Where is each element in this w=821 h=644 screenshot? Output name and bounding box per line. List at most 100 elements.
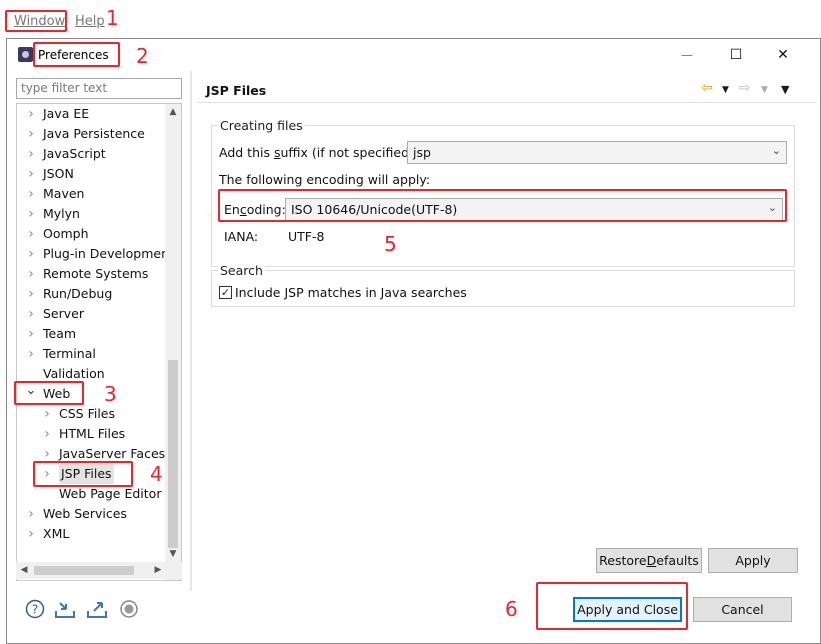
annotation-number: 3 xyxy=(104,382,117,406)
tree-item[interactable]: › Java EE xyxy=(17,104,167,124)
tree-item-label: JavaScript xyxy=(43,146,106,161)
chevron-right-icon[interactable]: › xyxy=(25,204,37,224)
tree-item[interactable]: › Maven xyxy=(17,184,167,204)
tree-item[interactable]: › CSS Files xyxy=(17,404,167,424)
chevron-right-icon[interactable]: › xyxy=(25,244,37,264)
chevron-right-icon[interactable]: › xyxy=(25,144,37,164)
scroll-down-icon[interactable]: ▼ xyxy=(165,546,181,562)
restore-defaults-button[interactable]: Restore Defaults xyxy=(596,548,702,573)
apply-and-close-button[interactable]: Apply and Close xyxy=(573,597,682,622)
tree-item[interactable]: › Oomph xyxy=(17,224,167,244)
tree-item-label: Validation xyxy=(43,366,105,381)
tree-item-label: Mylyn xyxy=(43,206,80,221)
record-icon[interactable] xyxy=(118,599,140,621)
import-icon[interactable] xyxy=(54,599,76,621)
tree-item[interactable]: › HTML Files xyxy=(17,424,167,444)
tree-item-label: Run/Debug xyxy=(43,286,113,301)
export-icon[interactable] xyxy=(86,599,108,621)
page-title: JSP Files xyxy=(206,83,267,98)
tree-item[interactable]: › Team xyxy=(17,324,167,344)
title-bar: Preferences — ☐ ✕ xyxy=(7,39,820,71)
search-label: Search xyxy=(218,263,265,278)
tree-item[interactable]: Web Page Editor xyxy=(17,484,167,504)
view-menu-icon[interactable]: ▼ xyxy=(781,83,789,96)
help-icon[interactable]: ? xyxy=(24,599,46,621)
include-jsp-checkbox[interactable]: ✓ xyxy=(219,286,232,299)
chevron-right-icon[interactable]: › xyxy=(41,404,53,424)
tree-vertical-scrollbar[interactable]: ▲ ▼ xyxy=(165,104,181,580)
preferences-dialog: Preferences — ☐ ✕ type filter text › Java… xyxy=(6,38,821,644)
hscroll-thumb[interactable] xyxy=(34,566,134,575)
encoding-note: The following encoding will apply: xyxy=(219,172,431,187)
tree-item-label: Web Services xyxy=(43,506,127,521)
chevron-down-icon[interactable]: ⌄ xyxy=(25,381,37,401)
chevron-right-icon[interactable]: › xyxy=(25,344,37,364)
tree-item[interactable]: › Java Persistence xyxy=(17,124,167,144)
scroll-left-icon[interactable]: ◀ xyxy=(16,562,32,579)
filter-input[interactable]: type filter text xyxy=(16,78,182,99)
tree-item[interactable]: › JSP Files xyxy=(17,464,167,484)
tree-item[interactable]: › Run/Debug xyxy=(17,284,167,304)
tree-item[interactable]: › Plug-in Development xyxy=(17,244,174,264)
annotation-number: 5 xyxy=(384,232,397,256)
tree-item[interactable]: › Server xyxy=(17,304,167,324)
tree-item[interactable]: › Web Services xyxy=(17,504,167,524)
menu-window[interactable]: Window xyxy=(14,14,65,29)
annotation-number: 2 xyxy=(136,44,149,68)
eclipse-icon xyxy=(18,47,33,62)
tree-item-label: HTML Files xyxy=(59,426,126,441)
tree-item[interactable]: › JavaScript xyxy=(17,144,167,164)
apply-button[interactable]: Apply xyxy=(708,548,798,573)
scroll-right-icon[interactable]: ▶ xyxy=(150,562,166,579)
chevron-right-icon[interactable]: › xyxy=(25,164,37,184)
chevron-right-icon[interactable]: › xyxy=(41,444,53,464)
tree-item[interactable]: › JSON xyxy=(17,164,167,184)
annotation-number: 1 xyxy=(106,6,119,30)
close-button[interactable]: ✕ xyxy=(760,39,806,71)
scroll-thumb[interactable] xyxy=(168,360,178,548)
chevron-right-icon[interactable]: › xyxy=(25,264,37,284)
dialog-title: Preferences xyxy=(38,48,109,62)
tree-item[interactable]: › Mylyn xyxy=(17,204,167,224)
chevron-right-icon[interactable]: › xyxy=(25,124,37,144)
menu-help[interactable]: Help xyxy=(75,14,105,29)
scroll-up-icon[interactable]: ▲ xyxy=(165,104,181,120)
chevron-right-icon[interactable]: › xyxy=(25,224,37,244)
annotation-number: 4 xyxy=(150,462,163,486)
tree-item[interactable]: › JavaServer Faces To xyxy=(17,444,181,464)
suffix-label: Add this suffix (if not specified): xyxy=(219,145,419,160)
back-dropdown-icon[interactable]: ▼ xyxy=(722,85,729,95)
forward-arrow-icon[interactable]: ⇨ xyxy=(739,80,751,96)
svg-text:?: ? xyxy=(32,603,38,617)
minimize-button[interactable]: — xyxy=(664,39,710,71)
chevron-right-icon[interactable]: › xyxy=(25,504,37,524)
back-arrow-icon[interactable]: ⇦ xyxy=(701,80,713,96)
iana-label: IANA: xyxy=(224,229,259,244)
tree-item-label: Plug-in Development xyxy=(43,246,174,261)
tree-item[interactable]: › Remote Systems xyxy=(17,264,167,284)
tree-item[interactable]: ⌄ Web xyxy=(17,381,167,404)
tree-item[interactable]: › Terminal xyxy=(17,344,167,364)
suffix-select[interactable]: jsp ⌄ xyxy=(407,141,787,164)
page-separator xyxy=(197,102,817,103)
tree-item-label: JSP Files xyxy=(59,464,114,484)
maximize-button[interactable]: ☐ xyxy=(713,39,759,71)
forward-dropdown-icon[interactable]: ▼ xyxy=(761,85,768,95)
tree-item[interactable]: Validation xyxy=(17,364,167,384)
chevron-right-icon[interactable]: › xyxy=(25,284,37,304)
encoding-select[interactable]: ISO 10646/Unicode(UTF-8) ⌄ xyxy=(285,198,783,221)
panel-splitter[interactable] xyxy=(190,71,192,591)
chevron-right-icon[interactable]: › xyxy=(41,424,53,444)
iana-value: UTF-8 xyxy=(288,229,325,244)
chevron-right-icon[interactable]: › xyxy=(41,464,53,484)
tree-horizontal-scrollbar[interactable]: ◀ ▶ xyxy=(16,562,182,579)
checkmark-icon: ✓ xyxy=(220,286,231,299)
chevron-right-icon[interactable]: › xyxy=(25,104,37,124)
chevron-right-icon[interactable]: › xyxy=(25,184,37,204)
cancel-button[interactable]: Cancel xyxy=(693,597,792,622)
tree-item[interactable]: › XML xyxy=(17,524,167,544)
chevron-right-icon[interactable]: › xyxy=(25,524,37,544)
chevron-right-icon[interactable]: › xyxy=(25,304,37,324)
chevron-right-icon[interactable]: › xyxy=(25,324,37,344)
creating-files-label: Creating files xyxy=(218,118,305,133)
